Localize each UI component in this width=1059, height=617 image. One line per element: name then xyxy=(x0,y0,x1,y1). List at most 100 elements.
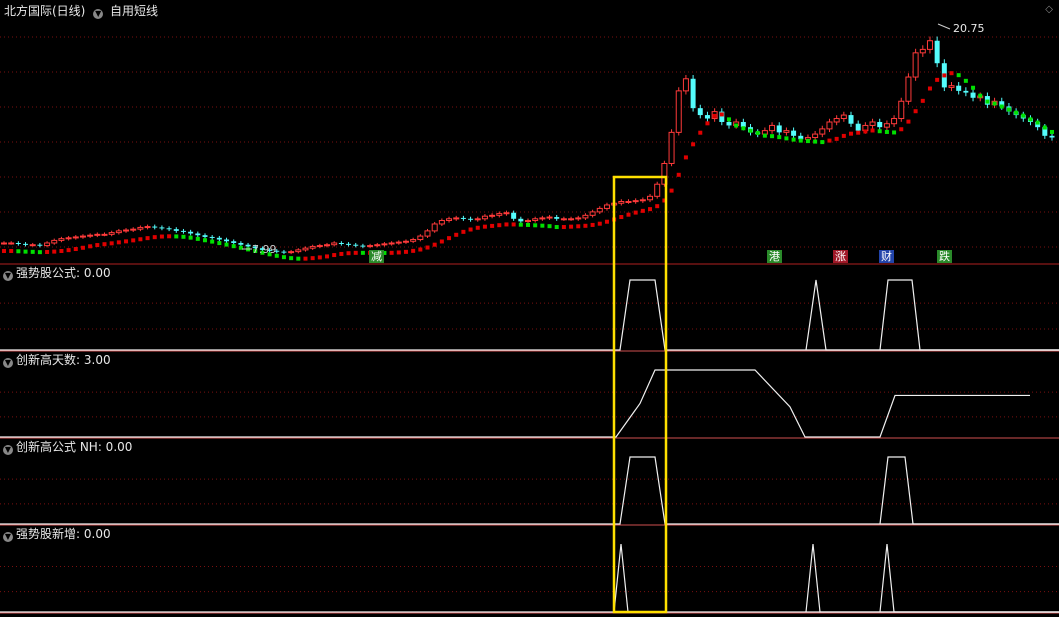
chevron-down-icon[interactable]: ▼ xyxy=(93,9,104,19)
trend-dot xyxy=(231,244,236,249)
candle-body xyxy=(855,123,861,131)
trend-dot xyxy=(906,119,911,124)
candle-body xyxy=(331,242,338,246)
trend-dot xyxy=(719,112,724,117)
trend-dot xyxy=(849,131,854,136)
trend-dot xyxy=(9,248,14,253)
chart-canvas[interactable] xyxy=(0,0,1059,617)
trend-dot xyxy=(439,239,444,244)
trend-dot xyxy=(461,229,466,234)
trend-dot xyxy=(1042,125,1047,130)
candle-body xyxy=(245,244,251,247)
trend-dot xyxy=(892,130,897,135)
event-marker[interactable]: 港 xyxy=(767,250,782,263)
candle-body xyxy=(869,121,876,126)
candle-body xyxy=(963,90,969,93)
candle-body xyxy=(791,130,797,136)
trend-dot xyxy=(504,222,509,227)
trend-dot xyxy=(447,236,452,241)
trend-dot xyxy=(418,247,423,252)
candle-body xyxy=(468,218,474,220)
trend-dot xyxy=(561,225,566,230)
candle-body xyxy=(848,115,854,124)
event-marker[interactable]: 财 xyxy=(879,250,894,263)
candle-body xyxy=(431,223,438,232)
chevron-down-icon[interactable]: ▼ xyxy=(3,445,13,455)
candle-body xyxy=(761,130,768,135)
low-price-label: 7.99 xyxy=(252,243,277,256)
trend-dot xyxy=(827,138,832,143)
candle-body xyxy=(338,242,344,244)
candle-body xyxy=(367,245,374,248)
diamond-icon[interactable]: ◇ xyxy=(1045,4,1053,15)
candle-body xyxy=(166,228,172,230)
candle-body xyxy=(23,243,29,245)
trend-dot xyxy=(834,136,839,141)
indicator-line xyxy=(879,279,1059,351)
candle-body xyxy=(309,245,316,249)
trend-dot xyxy=(748,128,753,133)
trend-dot xyxy=(152,235,157,240)
candle-body xyxy=(15,242,21,244)
candle-body xyxy=(295,249,302,253)
candle-body xyxy=(877,121,883,128)
trend-dot xyxy=(633,210,638,215)
trend-dot xyxy=(805,139,810,144)
chevron-down-icon[interactable]: ▼ xyxy=(3,358,13,368)
candle-body xyxy=(481,215,488,220)
trend-dot xyxy=(145,236,150,241)
candle-body xyxy=(625,201,632,203)
trend-dot xyxy=(884,129,889,134)
candle-body xyxy=(575,217,582,220)
indicator-line xyxy=(0,456,1059,525)
candle-body xyxy=(453,217,460,220)
candle-body xyxy=(402,240,409,243)
candle-body xyxy=(970,92,976,98)
trend-dot xyxy=(1021,113,1026,118)
chevron-down-icon[interactable]: ▼ xyxy=(3,532,13,542)
event-marker[interactable]: 涨 xyxy=(833,250,848,263)
candle-body xyxy=(8,242,15,245)
candle-body xyxy=(424,230,431,237)
trend-dot xyxy=(181,234,186,239)
candle-body xyxy=(618,201,625,204)
trend-dot xyxy=(971,85,976,90)
trend-dot xyxy=(762,133,767,138)
formula-name[interactable]: 自用短线 xyxy=(110,4,158,18)
trend-dot xyxy=(37,250,42,255)
trend-dot xyxy=(325,254,330,259)
trend-dot xyxy=(1006,107,1011,112)
candle-body xyxy=(316,245,323,248)
trend-dot xyxy=(770,134,775,139)
trend-dot xyxy=(116,240,121,245)
event-marker[interactable]: 减 xyxy=(369,250,384,263)
candle-body xyxy=(783,130,790,133)
trend-dot xyxy=(999,104,1004,109)
trend-dot xyxy=(30,249,35,254)
candle-body xyxy=(224,239,230,242)
candle-body xyxy=(65,237,72,240)
indicator-line xyxy=(805,279,1059,351)
event-marker[interactable]: 跌 xyxy=(937,250,952,263)
trend-dot xyxy=(303,256,308,261)
candle-body xyxy=(518,218,524,222)
candle-body xyxy=(912,52,919,78)
candle-body xyxy=(582,214,589,219)
candle-body xyxy=(44,242,51,247)
candle-body xyxy=(101,233,108,236)
candle-body xyxy=(123,229,130,232)
candle-body xyxy=(1049,135,1055,138)
candle-body xyxy=(596,207,603,213)
trend-dot xyxy=(963,78,968,83)
trend-dot xyxy=(784,136,789,141)
trend-dot xyxy=(942,73,947,78)
chevron-down-icon[interactable]: ▼ xyxy=(3,271,13,281)
trend-dot xyxy=(1035,120,1040,125)
trend-dot xyxy=(482,224,487,229)
trend-dot xyxy=(533,223,538,228)
candle-body xyxy=(833,118,840,123)
candle-body xyxy=(697,108,703,116)
trend-dot xyxy=(425,245,430,250)
trend-dot xyxy=(468,227,473,232)
candle-body xyxy=(216,237,222,240)
